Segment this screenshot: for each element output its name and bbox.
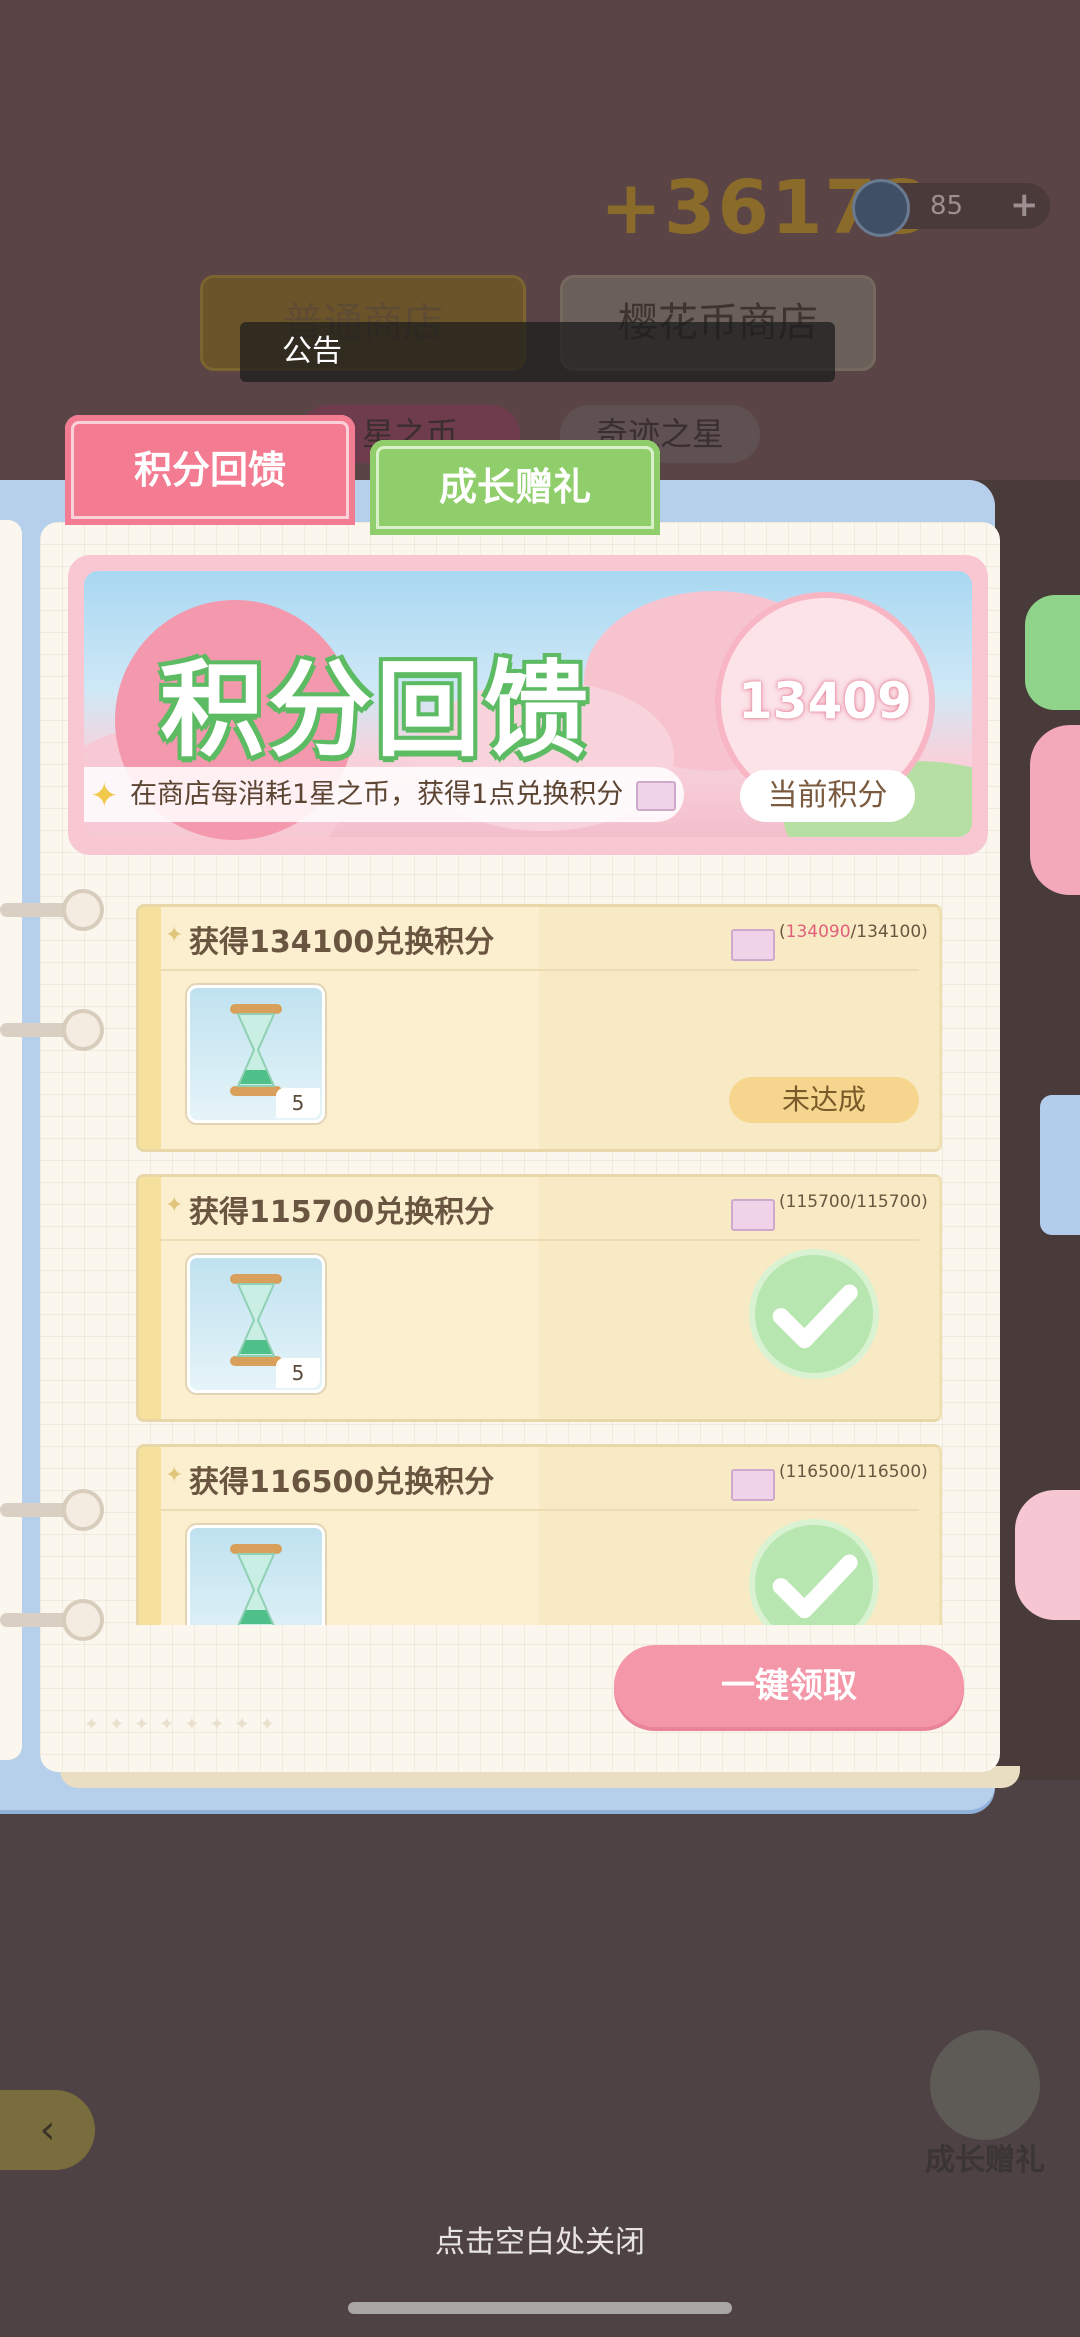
reward-item[interactable]: 5 — [187, 1525, 325, 1625]
hourglass-icon — [230, 1274, 282, 1366]
left-page — [0, 520, 22, 1760]
back-button[interactable]: ‹ — [0, 2090, 95, 2170]
decorative-stars: ✦✦✦✦✦✦✦✦ — [84, 1714, 285, 1735]
ring-bar — [0, 903, 70, 917]
back-arrow-icon: ‹ — [39, 2107, 56, 2153]
home-indicator[interactable] — [348, 2302, 732, 2314]
growth-gift-button[interactable]: 成长赠礼 — [910, 2030, 1060, 2190]
claimed-check-icon — [749, 1519, 879, 1625]
claim-all-button[interactable]: 一键领取 — [614, 1645, 964, 1727]
growth-gift-icon — [930, 2030, 1040, 2140]
tab-points-feedback[interactable]: 积分回馈 — [65, 415, 355, 525]
progress-current: 115700 — [785, 1192, 851, 1212]
binder-ring — [62, 1489, 104, 1531]
reward-card: ✦ 获得134100兑换积分 (134090/134100) 5 未达成 — [136, 904, 942, 1152]
coupon-icon — [731, 929, 775, 961]
reward-list[interactable]: ✦ 获得134100兑换积分 (134090/134100) 5 未达成 ✦ 获… — [130, 895, 950, 1625]
card-strip — [139, 1447, 161, 1625]
progress-target: /115700) — [850, 1192, 928, 1212]
reward-card: ✦ 获得115700兑换积分 (115700/115700) 5 — [136, 1174, 942, 1422]
progress-open: ( — [779, 1192, 786, 1212]
progress-open: ( — [779, 922, 786, 942]
progress-current: 116500 — [785, 1462, 851, 1482]
growth-gift-label: 成长赠礼 — [925, 2143, 1045, 2178]
sparkle-icon: ✦ — [165, 1463, 184, 1488]
add-currency-button[interactable]: + — [1010, 185, 1039, 225]
bunny-tab-icon[interactable] — [1015, 1490, 1080, 1620]
progress-current: 134090 — [785, 922, 851, 942]
reward-progress: (134090/134100) — [779, 921, 929, 943]
ring-bar — [0, 1023, 70, 1037]
coupon-icon — [731, 1199, 775, 1231]
reward-item[interactable]: 5 — [187, 1255, 325, 1393]
ring-bar — [0, 1613, 70, 1627]
banner-title: 积分回馈 — [160, 649, 593, 771]
currency-count: 85 — [930, 191, 964, 221]
hourglass-icon — [230, 1004, 282, 1096]
coin-icon — [852, 179, 910, 237]
pink-badge-tab-icon[interactable] — [1030, 725, 1080, 895]
side-tab[interactable] — [1040, 1095, 1080, 1235]
hourglass-icon — [230, 1544, 282, 1625]
reward-title: 获得134100兑换积分 — [189, 925, 495, 960]
check-mark-icon — [772, 1554, 858, 1619]
coupon-icon — [636, 781, 676, 811]
reward-title: 获得116500兑换积分 — [189, 1465, 495, 1500]
sparkle-icon: ✦ — [90, 776, 119, 816]
current-points: 13409 — [738, 672, 912, 730]
claimed-check-icon — [749, 1249, 879, 1379]
card-strip — [139, 1177, 161, 1419]
ring-bar — [0, 1503, 70, 1517]
progress-open: ( — [779, 1462, 786, 1482]
notice-bar[interactable]: 公告 — [240, 322, 835, 382]
banner-description: ✦ 在商店每消耗1星之币，获得1点兑换积分 — [84, 767, 684, 822]
check-mark-icon — [772, 1284, 858, 1349]
item-quantity: 5 — [276, 1088, 320, 1118]
binder-ring — [62, 1599, 104, 1641]
status-badge: 未达成 — [729, 1077, 919, 1123]
tab-growth-gift[interactable]: 成长赠礼 — [370, 440, 660, 535]
reward-item[interactable]: 5 — [187, 985, 325, 1123]
close-hint[interactable]: 点击空白处关闭 — [0, 2217, 1080, 2261]
sparkle-icon: ✦ — [165, 923, 184, 948]
card-strip — [139, 907, 161, 1149]
progress-target: /116500) — [850, 1462, 928, 1482]
reward-progress: (116500/116500) — [779, 1461, 929, 1483]
banner-description-text: 在商店每消耗1星之币，获得1点兑换积分 — [130, 779, 624, 810]
progress-target: /134100) — [850, 922, 928, 942]
current-points-label: 当前积分 — [740, 770, 915, 822]
binder-ring — [62, 889, 104, 931]
coupon-icon — [731, 1469, 775, 1501]
binder-ring — [62, 1009, 104, 1051]
item-quantity: 5 — [276, 1358, 320, 1388]
clover-tab-icon[interactable] — [1025, 595, 1080, 710]
sparkle-icon: ✦ — [165, 1193, 184, 1218]
reward-progress: (115700/115700) — [779, 1191, 929, 1213]
reward-card: ✦ 获得116500兑换积分 (116500/116500) 5 — [136, 1444, 942, 1625]
currency-pill[interactable]: 85 + — [852, 179, 1050, 237]
reward-title: 获得115700兑换积分 — [189, 1195, 495, 1230]
